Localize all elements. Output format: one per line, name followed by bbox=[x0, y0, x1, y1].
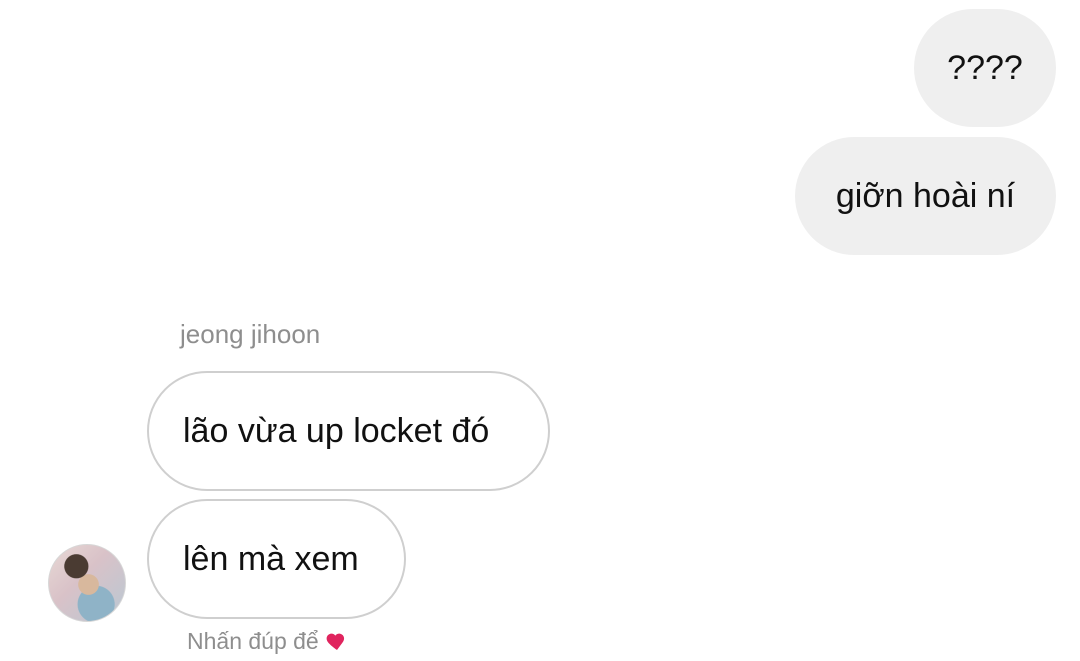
outgoing-message-bubble[interactable]: ???? bbox=[914, 9, 1056, 127]
incoming-message-text: lão vừa up locket đó bbox=[183, 412, 490, 450]
outgoing-message-text: ???? bbox=[947, 49, 1023, 87]
incoming-message-text: lên mà xem bbox=[183, 540, 359, 578]
incoming-message-bubble[interactable]: lên mà xem bbox=[147, 499, 406, 619]
sender-name: jeong jihoon bbox=[180, 319, 321, 349]
incoming-message-bubble[interactable]: lão vừa up locket đó bbox=[147, 371, 550, 491]
sender-avatar[interactable] bbox=[48, 544, 126, 622]
double-tap-hint: Nhấn đúp để bbox=[187, 629, 349, 653]
outgoing-message-bubble[interactable]: giỡn hoài ní bbox=[795, 137, 1056, 255]
double-tap-hint-text: Nhấn đúp để bbox=[187, 627, 319, 654]
outgoing-message-text: giỡn hoài ní bbox=[835, 177, 1016, 215]
heart-icon bbox=[326, 633, 344, 650]
